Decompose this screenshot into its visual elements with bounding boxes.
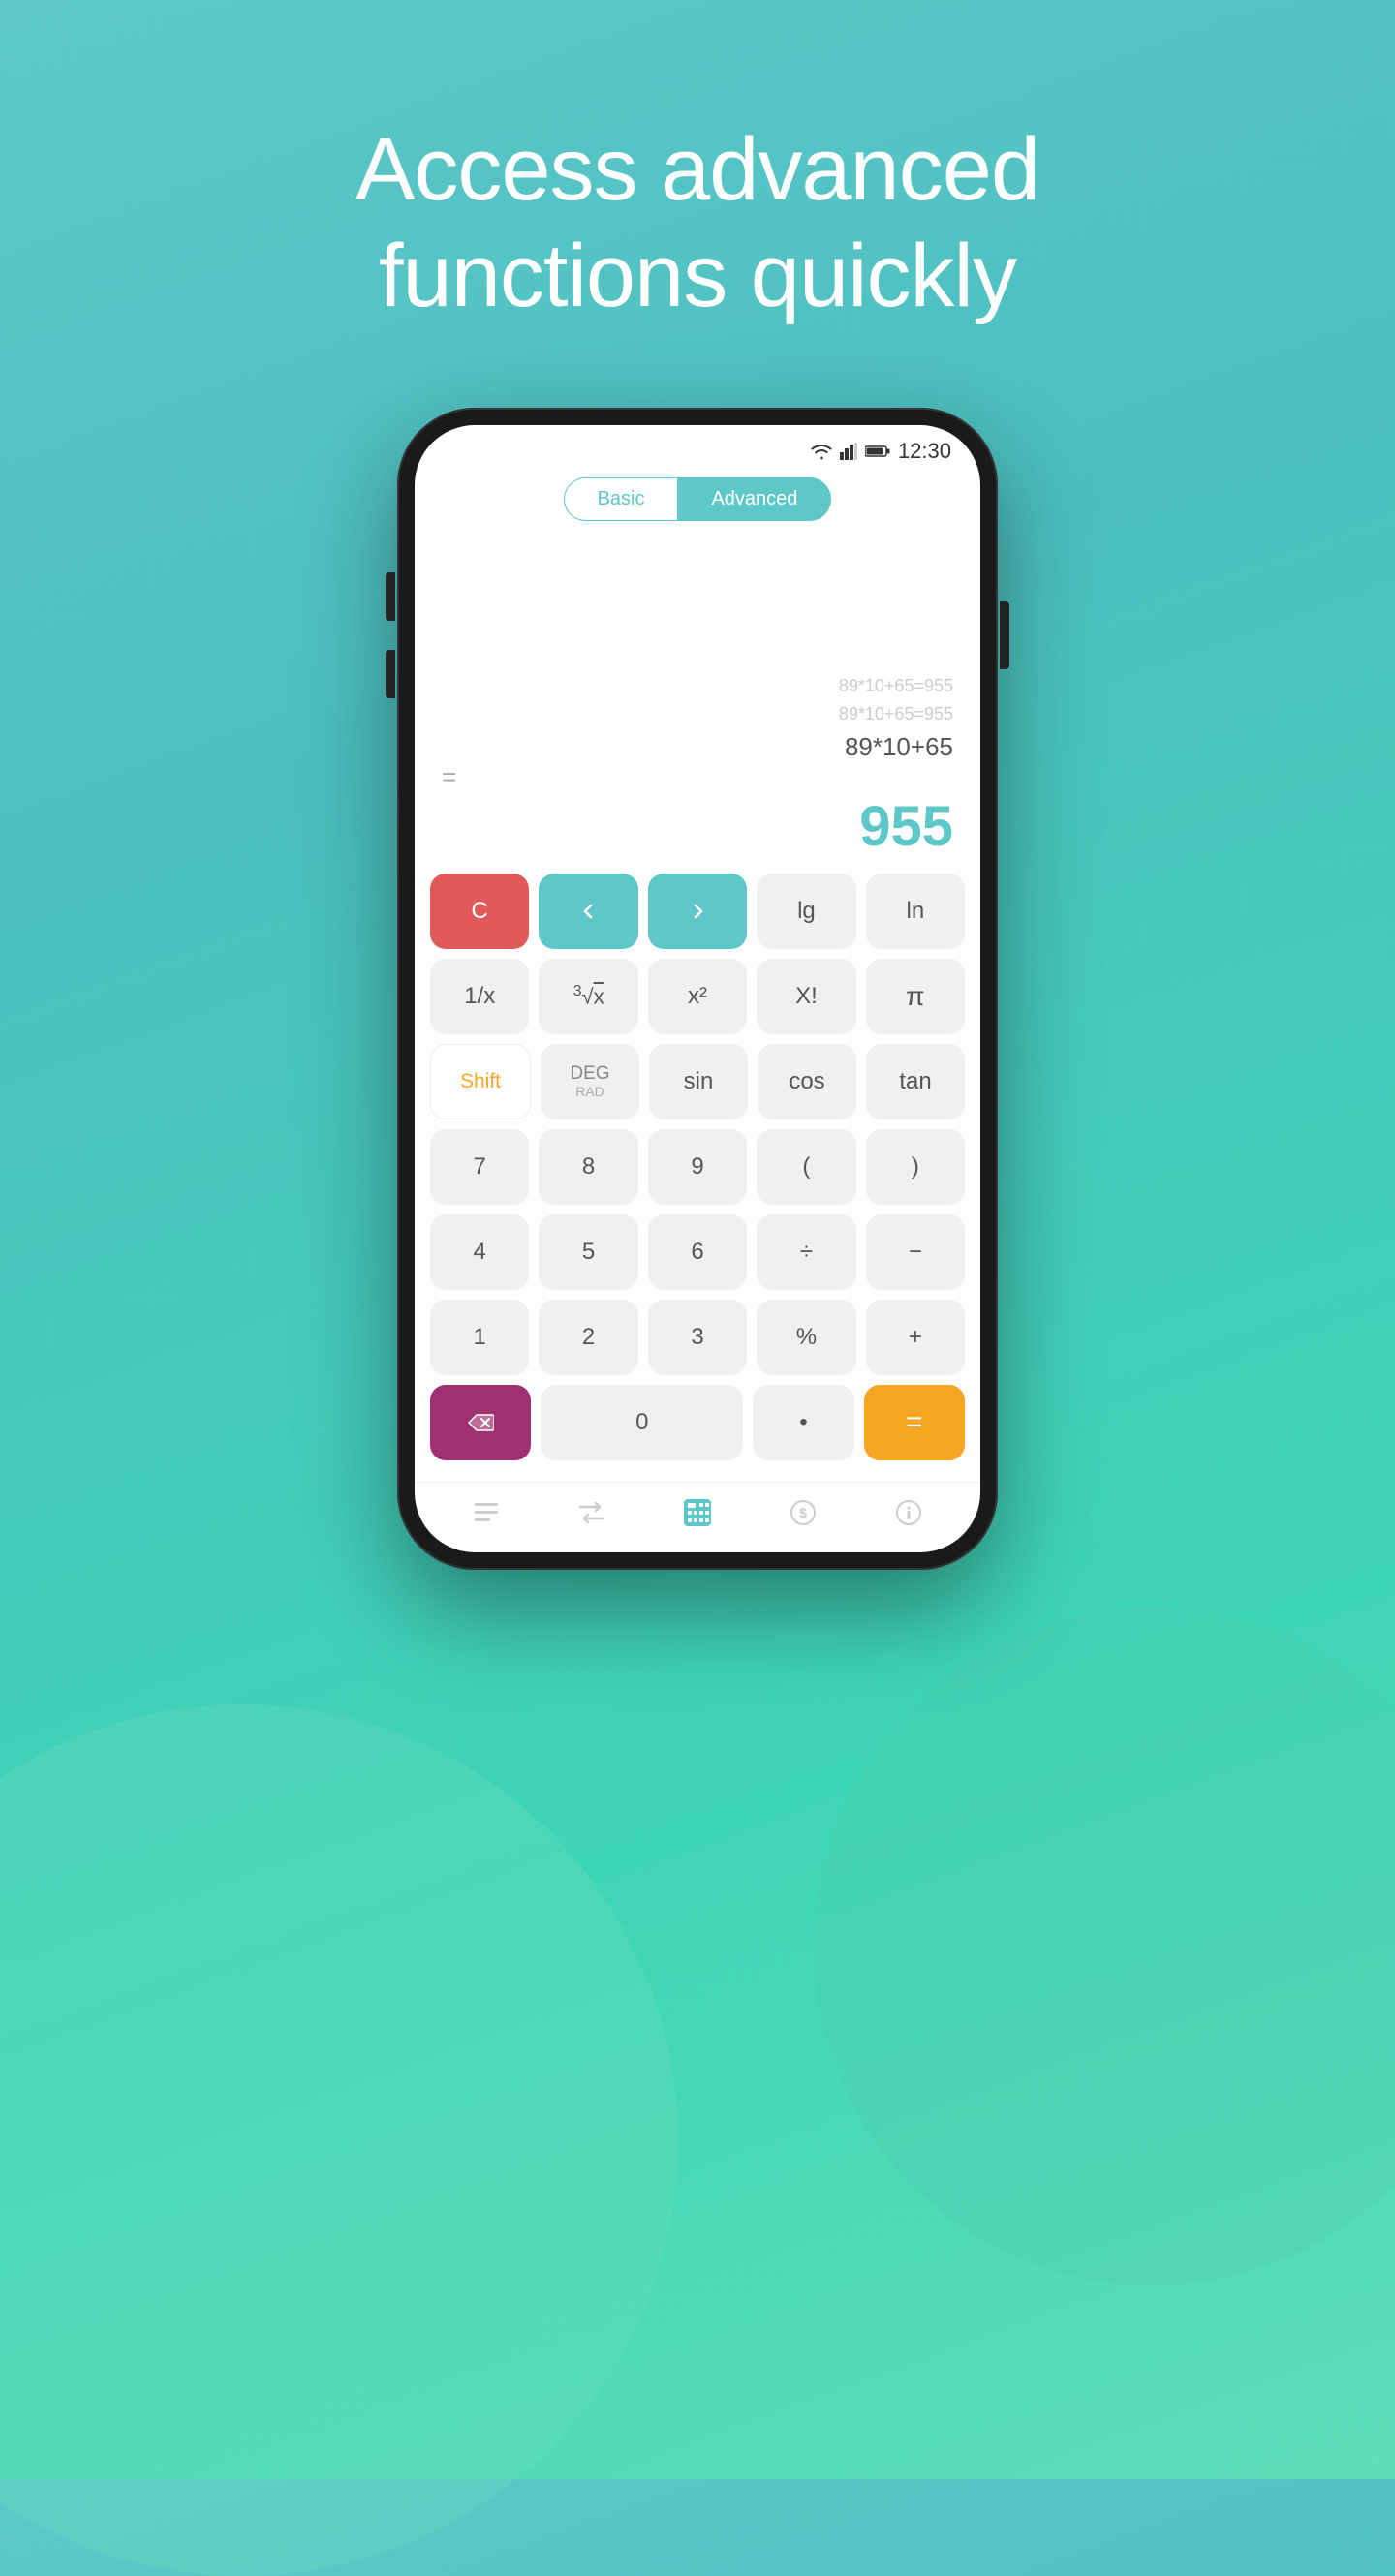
key-row-1: C lg ln (430, 874, 965, 949)
wifi-icon (811, 443, 832, 460)
status-time: 12:30 (898, 439, 951, 464)
key-row-4: 7 8 9 ( ) (430, 1129, 965, 1205)
history-line2: 89*10+65=955 (442, 700, 953, 728)
key-cos[interactable]: cos (758, 1044, 856, 1119)
key-backspace[interactable] (430, 1385, 531, 1460)
key-8[interactable]: 8 (539, 1129, 637, 1205)
nav-history-icon[interactable] (466, 1492, 507, 1533)
key-6[interactable]: 6 (648, 1214, 747, 1290)
result-line: 955 (442, 796, 953, 858)
key-row-7: 0 • = (430, 1385, 965, 1460)
display-area: 89*10+65=955 89*10+65=955 89*10+65 = 955 (415, 529, 980, 874)
signal-icon (840, 443, 857, 460)
keypad: C lg ln 1/x (415, 874, 980, 1482)
key-9[interactable]: 9 (648, 1129, 747, 1205)
key-deg[interactable]: DEG RAD (541, 1044, 639, 1119)
key-factorial[interactable]: X! (757, 959, 855, 1034)
nav-convert-icon[interactable] (572, 1492, 612, 1533)
key-square[interactable]: x² (648, 959, 747, 1034)
phone-outer: 12:30 Basic Advanced 89*10+65=955 89*10+… (397, 408, 998, 1570)
key-open-paren[interactable]: ( (757, 1129, 855, 1205)
key-divide[interactable]: ÷ (757, 1214, 855, 1290)
status-bar: 12:30 (415, 425, 980, 470)
battery-icon (865, 445, 890, 458)
key-3[interactable]: 3 (648, 1300, 747, 1375)
history-line1: 89*10+65=955 (442, 672, 953, 700)
key-lg[interactable]: lg (757, 874, 855, 949)
key-sin[interactable]: sin (649, 1044, 748, 1119)
nav-currency-icon[interactable]: $ (783, 1492, 823, 1533)
key-equals[interactable]: = (864, 1385, 965, 1460)
key-row-5: 4 5 6 ÷ − (430, 1214, 965, 1290)
status-icons: 12:30 (811, 439, 951, 464)
bg-decoration-2 (814, 1608, 1395, 2285)
nav-calculator-icon[interactable] (677, 1492, 718, 1533)
headline-line1: Access advanced (356, 120, 1039, 219)
key-dot[interactable]: • (753, 1385, 853, 1460)
key-4[interactable]: 4 (430, 1214, 529, 1290)
key-arrow-left[interactable] (539, 874, 637, 949)
key-percent[interactable]: % (757, 1300, 855, 1375)
key-tan[interactable]: tan (866, 1044, 965, 1119)
key-close-paren[interactable]: ) (866, 1129, 965, 1205)
equals-symbol: = (442, 762, 953, 792)
key-reciprocal[interactable]: 1/x (430, 959, 529, 1034)
key-2[interactable]: 2 (539, 1300, 637, 1375)
headline: Access advanced functions quickly (262, 116, 1133, 330)
key-minus[interactable]: − (866, 1214, 965, 1290)
headline-line2: functions quickly (379, 227, 1016, 325)
bottom-nav: $ (415, 1482, 980, 1552)
key-row-6: 1 2 3 % + (430, 1300, 965, 1375)
key-0[interactable]: 0 (541, 1385, 743, 1460)
tab-switcher: Basic Advanced (415, 470, 980, 529)
key-row-3: Shift DEG RAD sin cos tan (430, 1044, 965, 1119)
key-plus[interactable]: + (866, 1300, 965, 1375)
key-7[interactable]: 7 (430, 1129, 529, 1205)
tab-basic-button[interactable]: Basic (564, 477, 678, 521)
expression-line: 89*10+65 (442, 732, 953, 762)
tab-advanced-button[interactable]: Advanced (677, 477, 831, 521)
phone-mockup: 12:30 Basic Advanced 89*10+65=955 89*10+… (397, 408, 998, 1570)
svg-text:$: $ (799, 1505, 807, 1520)
key-5[interactable]: 5 (539, 1214, 637, 1290)
key-pi[interactable]: π (866, 959, 965, 1034)
key-1[interactable]: 1 (430, 1300, 529, 1375)
key-cbrt[interactable]: 3√x (539, 959, 637, 1034)
bg-decoration-1 (0, 1704, 678, 2576)
key-row-2: 1/x 3√x x² X! π (430, 959, 965, 1034)
key-shift[interactable]: Shift (430, 1044, 531, 1119)
key-arrow-right[interactable] (648, 874, 747, 949)
phone-screen: 12:30 Basic Advanced 89*10+65=955 89*10+… (415, 425, 980, 1552)
nav-info-icon[interactable] (888, 1492, 929, 1533)
key-clear[interactable]: C (430, 874, 529, 949)
key-ln[interactable]: ln (866, 874, 965, 949)
